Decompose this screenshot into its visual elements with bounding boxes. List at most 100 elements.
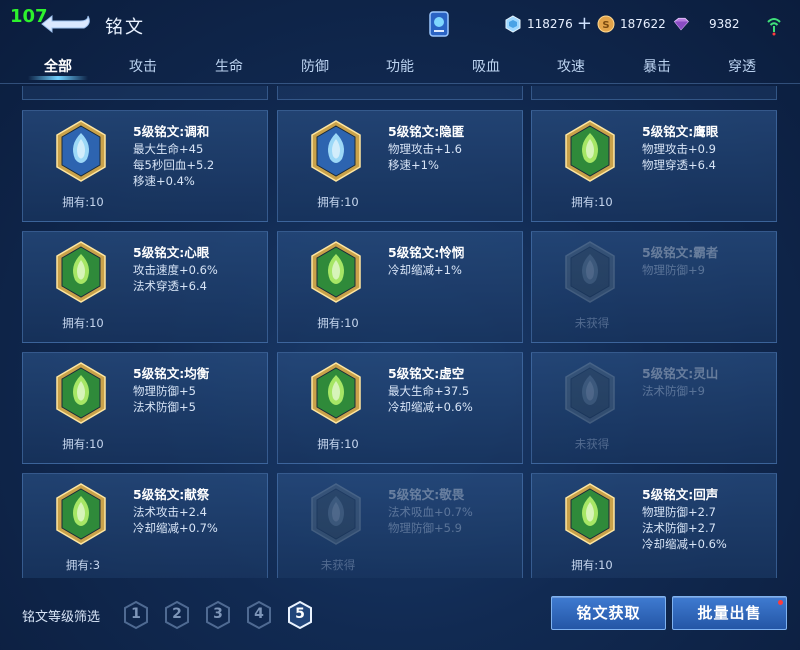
inscription-card[interactable]: 5级铭文:灵山 法术防御+9 未获得 — [531, 352, 777, 464]
inscription-card[interactable]: 5级铭文:怜悯 冷却缩减+1% 拥有:10 — [277, 231, 523, 343]
level-filter-label: 铭文等级筛选 — [22, 610, 101, 625]
inscription-emblem-icon — [56, 241, 106, 303]
stat-line: 法术防御+9 — [642, 384, 705, 398]
owned-count: 拥有:10 — [62, 195, 104, 209]
stat-line: 法术防御+2.7 — [642, 521, 716, 535]
owned-count: 拥有:10 — [571, 195, 613, 209]
stat-line: 法术穿透+6.4 — [133, 279, 207, 293]
signal-icon — [767, 18, 781, 36]
inscription-card[interactable]: 5级铭文:均衡 物理防御+5 法术防御+5 拥有:10 — [22, 352, 268, 464]
inscription-name: 5级铭文:献祭 — [133, 487, 210, 502]
level-filter-3[interactable]: 3 — [204, 600, 232, 630]
svg-text:S: S — [602, 20, 609, 31]
tab-all[interactable]: 全部 — [28, 56, 88, 76]
stat-line: 法术吸血+0.7% — [388, 505, 473, 519]
inscription-emblem-icon — [311, 362, 361, 424]
card-stub — [531, 86, 777, 100]
inscription-card[interactable]: 5级铭文:献祭 法术攻击+2.4 冷却缩减+0.7% 拥有:3 — [22, 473, 268, 578]
inscription-card[interactable]: 5级铭文:隐匿 物理攻击+1.6 移速+1% 拥有:10 — [277, 110, 523, 222]
diamond-resource: 118276 + — [504, 13, 592, 35]
inscription-card[interactable]: 5级铭文:霸者 物理防御+9 未获得 — [531, 231, 777, 343]
inscription-book-icon[interactable] — [427, 10, 451, 38]
inscription-name: 5级铭文:均衡 — [133, 366, 210, 381]
page-title: 铭文 — [105, 17, 145, 38]
gold-count: 187622 — [620, 17, 666, 31]
inscription-grid[interactable]: 5级铭文:调和 最大生命+45 每5秒回血+5.2 移速+0.4% 拥有:10 5级铭文:… — [0, 86, 800, 578]
inscription-name: 5级铭文:怜悯 — [388, 245, 465, 260]
stat-line: 法术防御+5 — [133, 400, 196, 414]
inscription-card[interactable]: 5级铭文:敬畏 法术吸血+0.7% 物理防御+5.9 未获得 — [277, 473, 523, 578]
level-filter-4[interactable]: 4 — [245, 600, 273, 630]
level-filter-2[interactable]: 2 — [163, 600, 191, 630]
stat-line: 冷却缩减+1% — [388, 263, 462, 277]
inscription-emblem-icon — [56, 483, 106, 545]
get-inscription-button[interactable]: 铭文获取 — [551, 596, 666, 630]
stat-line: 物理防御+5.9 — [388, 521, 462, 535]
stat-line: 物理防御+5 — [133, 384, 196, 398]
inscription-stats: 法术吸血+0.7% 物理防御+5.9 — [388, 504, 473, 536]
inscription-name: 5级铭文:敬畏 — [388, 487, 465, 502]
inscription-name: 5级铭文:调和 — [133, 124, 210, 139]
inscription-name: 5级铭文:霸者 — [642, 245, 719, 260]
diamond-count: 118276 — [527, 17, 573, 31]
level-filter-1[interactable]: 1 — [122, 600, 150, 630]
inscription-card[interactable]: 5级铭文:鹰眼 物理攻击+0.9 物理穿透+6.4 拥有:10 — [531, 110, 777, 222]
diamond-icon — [505, 15, 521, 33]
add-diamond-button[interactable]: + — [577, 15, 592, 33]
gold-resource: S 187622 — [597, 13, 666, 35]
owned-count: 拥有:10 — [317, 437, 359, 451]
gem-count: 9382 — [709, 17, 740, 31]
inscription-stats: 物理攻击+1.6 移速+1% — [388, 141, 462, 173]
owned-count: 未获得 — [574, 316, 610, 330]
inscription-stats: 物理攻击+0.9 物理穿透+6.4 — [642, 141, 716, 173]
tab-health[interactable]: 生命 — [199, 56, 259, 76]
notification-dot — [778, 600, 783, 605]
tab-penetration[interactable]: 穿透 — [712, 56, 772, 76]
inscription-emblem-icon — [311, 483, 361, 545]
inscription-name: 5级铭文:灵山 — [642, 366, 719, 381]
stat-line: 移速+0.4% — [133, 174, 195, 188]
inscription-stats: 最大生命+37.5 冷却缩减+0.6% — [388, 383, 473, 415]
inscription-emblem-icon — [311, 241, 361, 303]
inscription-card[interactable]: 5级铭文:虚空 最大生命+37.5 冷却缩减+0.6% 拥有:10 — [277, 352, 523, 464]
inscription-emblem-icon — [565, 241, 615, 303]
owned-count: 未获得 — [320, 558, 356, 572]
stat-line: 每5秒回血+5.2 — [133, 158, 215, 172]
gem-resource: 9382 — [672, 13, 740, 35]
tab-utility[interactable]: 功能 — [370, 56, 430, 76]
stat-line: 物理防御+2.7 — [642, 505, 716, 519]
stat-line: 物理防御+9 — [642, 263, 705, 277]
inscription-stats: 冷却缩减+1% — [388, 262, 462, 278]
inscription-name: 5级铭文:心眼 — [133, 245, 210, 260]
tab-crit[interactable]: 暴击 — [627, 56, 687, 76]
owned-count: 拥有:10 — [317, 316, 359, 330]
bulk-sell-button[interactable]: 批量出售 — [672, 596, 787, 630]
tab-defense[interactable]: 防御 — [285, 56, 345, 76]
stat-line: 冷却缩减+0.6% — [388, 400, 473, 414]
active-tab-indicator — [28, 76, 88, 80]
inscription-emblem-icon — [565, 483, 615, 545]
gem-icon — [673, 17, 689, 31]
stat-line: 物理攻击+1.6 — [388, 142, 462, 156]
inscription-card[interactable]: 5级铭文:心眼 攻击速度+0.6% 法术穿透+6.4 拥有:10 — [22, 231, 268, 343]
owned-count: 拥有:10 — [571, 558, 613, 572]
stat-line: 最大生命+37.5 — [388, 384, 470, 398]
owned-count: 拥有:10 — [62, 437, 104, 451]
back-arrow-icon[interactable] — [38, 10, 94, 36]
inscription-emblem-icon — [56, 120, 106, 182]
inscription-stats: 物理防御+5 法术防御+5 — [133, 383, 196, 415]
inscription-stats: 物理防御+9 — [642, 262, 705, 278]
level-filter-5[interactable]: 5 — [286, 600, 314, 630]
stat-line: 物理穿透+6.4 — [642, 158, 716, 172]
inscription-name: 5级铭文:隐匿 — [388, 124, 465, 139]
stat-line: 攻击速度+0.6% — [133, 263, 218, 277]
stat-line: 最大生命+45 — [133, 142, 204, 156]
card-stub — [277, 86, 523, 100]
tab-attack-speed[interactable]: 攻速 — [541, 56, 601, 76]
tab-attack[interactable]: 攻击 — [113, 56, 173, 76]
inscription-stats: 物理防御+2.7 法术防御+2.7 冷却缩减+0.6% — [642, 504, 727, 552]
inscription-card[interactable]: 5级铭文:调和 最大生命+45 每5秒回血+5.2 移速+0.4% 拥有:10 — [22, 110, 268, 222]
inscription-stats: 法术攻击+2.4 冷却缩减+0.7% — [133, 504, 218, 536]
tab-lifesteal[interactable]: 吸血 — [456, 56, 516, 76]
inscription-card[interactable]: 5级铭文:回声 物理防御+2.7 法术防御+2.7 冷却缩减+0.6% 拥有:10 — [531, 473, 777, 578]
